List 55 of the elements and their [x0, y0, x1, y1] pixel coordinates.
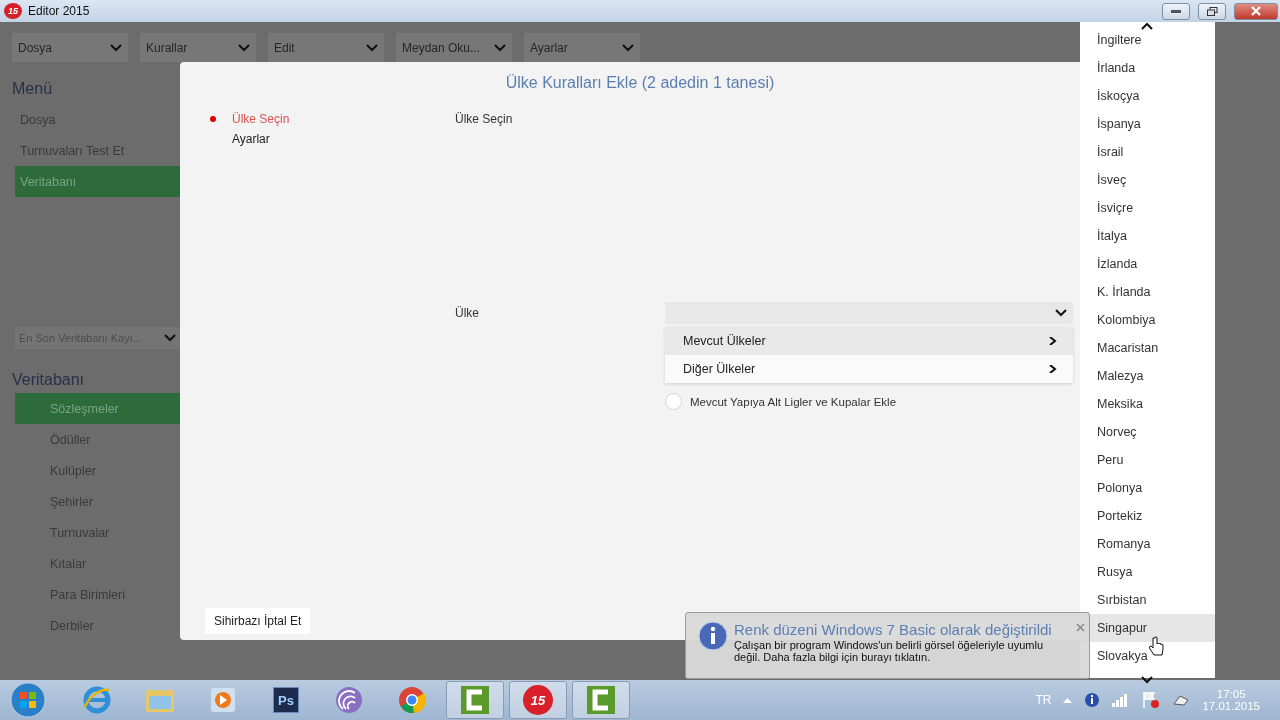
editor-logo-icon: 15 [523, 685, 553, 715]
restore-icon [1206, 6, 1218, 16]
balloon-title: Renk düzeni Windows 7 Basic olarak değiştirildi [734, 621, 1052, 638]
close-icon[interactable] [1076, 623, 1085, 632]
close-button[interactable] [1234, 2, 1278, 20]
chevron-down-icon [366, 43, 378, 52]
chevron-down-icon [164, 334, 176, 342]
balloon-message: Çalışan bir program Windows'un belirli görsel öğeleriyle uyumlu değil. Daha fazla bilgi için burayı tıklatın. [734, 639, 1044, 663]
taskbar-button[interactable]: 15 [509, 681, 567, 719]
chevron-right-icon [1047, 337, 1059, 345]
torrent-icon [334, 685, 364, 715]
minimize-button[interactable] [1162, 2, 1190, 20]
chevron-down-icon [238, 43, 250, 52]
checkbox-label: Mevcut Yapıya Alt Ligler ve Kupalar Ekle [690, 395, 897, 408]
info-tray-icon[interactable] [1084, 692, 1101, 708]
close-icon [1251, 6, 1261, 16]
wizard-step[interactable]: Ülke Seçin [232, 112, 290, 126]
chevron-down-icon [494, 43, 506, 52]
info-icon [698, 621, 728, 651]
field-label: Ülke [455, 306, 480, 320]
browser-icon [82, 685, 112, 715]
taskbar-button[interactable]: Ps [257, 681, 315, 719]
camtasia-icon [460, 685, 490, 715]
taskbar-button[interactable] [446, 681, 504, 719]
chevron-down-icon [1055, 309, 1067, 317]
notification-balloon[interactable]: Renk düzeni Windows 7 Basic olarak değiştirildi Çalışan bir program Windows'un belirli görsel öğeleriyle uyumlu değil. Daha fazla bilgi için burayı tıklatın. [685, 612, 1090, 679]
step-marker-icon [210, 116, 216, 122]
menu-heading: Menü [12, 80, 54, 98]
chevron-right-icon [1047, 365, 1059, 373]
flag-icon[interactable] [1142, 691, 1161, 709]
scroll-up-icon[interactable] [1141, 22, 1153, 30]
menu-item[interactable]: Diğer Ülkeler [665, 355, 1073, 383]
tray-expand-icon[interactable] [1063, 697, 1073, 703]
cancel-wizard-button[interactable]: Sihirbazı İptal Et [205, 608, 311, 634]
chrome-icon [397, 685, 427, 715]
camtasia-icon [586, 685, 616, 715]
minimize-icon [1171, 9, 1181, 13]
chevron-down-icon [110, 43, 122, 52]
checkbox[interactable] [665, 393, 682, 410]
window-title: Editor 2015 [28, 4, 91, 18]
scroll-down-icon[interactable] [1141, 676, 1153, 684]
restore-button[interactable] [1198, 2, 1226, 20]
menu-dropdown[interactable]: Kurallar [140, 33, 256, 62]
photoshop-icon: Ps [273, 687, 299, 713]
app-logo: 15 [4, 3, 22, 19]
start-button[interactable] [8, 681, 48, 719]
hand-cursor-icon [1148, 636, 1164, 658]
wizard-step[interactable]: Ayarlar [232, 132, 270, 146]
taskbar-button[interactable] [572, 681, 630, 719]
menu-item[interactable]: Mevcut Ülkeler [665, 327, 1073, 355]
page-heading: Ülke Seçin [455, 112, 514, 126]
database-heading: Veritabanı [12, 371, 86, 389]
dialog-title: Ülke Kuralları Ekle (2 adedin 1 tanesi) [505, 74, 775, 91]
media-player-icon [209, 686, 237, 714]
chevron-down-icon [622, 43, 634, 52]
